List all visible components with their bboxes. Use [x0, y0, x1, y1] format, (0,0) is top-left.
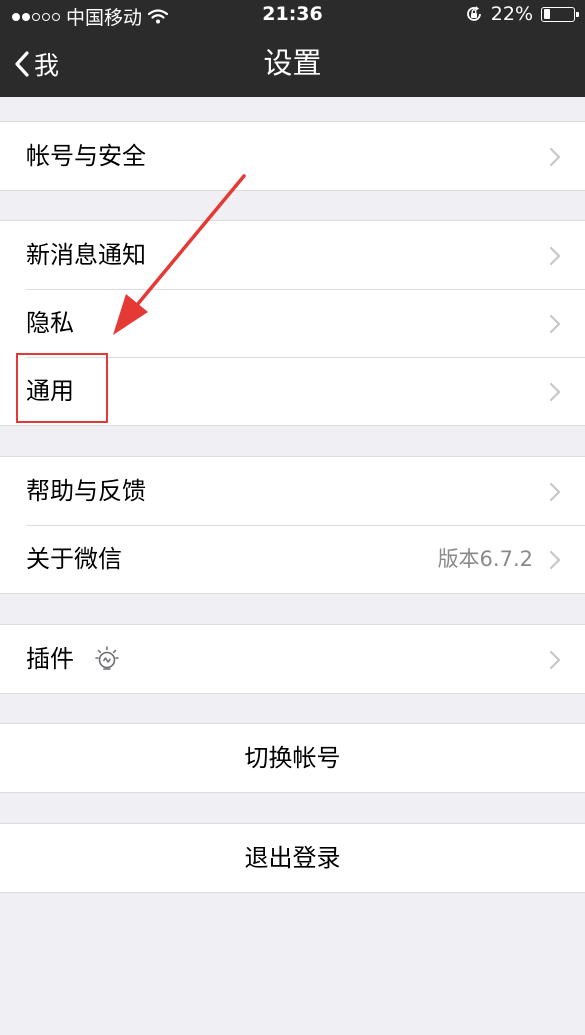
switch-account-label: 切换帐号 — [244, 744, 341, 772]
battery-percent: 22% — [490, 3, 533, 25]
rotation-lock-icon — [466, 6, 481, 21]
list-item-label: 隐私 — [26, 309, 74, 337]
navigation-bar: 我 设置 — [0, 30, 585, 97]
chevron-right-icon — [549, 246, 561, 266]
status-right: 22% — [465, 3, 579, 25]
settings-group-help: 帮助与反馈 关于微信 版本6.7.2 — [0, 456, 585, 594]
signal-dot — [12, 12, 20, 21]
status-left: 中国移动 — [12, 3, 169, 30]
settings-group-plugins: 插件 — [0, 624, 585, 694]
logout-group: 退出登录 — [0, 823, 585, 893]
back-button[interactable]: 我 — [14, 30, 59, 97]
signal-strength-icon — [12, 12, 60, 21]
list-item-help-feedback[interactable]: 帮助与反馈 — [0, 457, 585, 525]
list-item-plugins[interactable]: 插件 — [0, 625, 585, 693]
switch-account-group: 切换帐号 — [0, 723, 585, 793]
signal-dot — [32, 12, 40, 21]
battery-fill — [543, 9, 550, 19]
list-item-notifications[interactable]: 新消息通知 — [0, 221, 585, 289]
logout-label: 退出登录 — [244, 844, 341, 872]
signal-dot — [52, 12, 60, 21]
chevron-right-icon — [549, 382, 561, 402]
list-item-account-security[interactable]: 帐号与安全 — [0, 122, 585, 190]
version-detail: 版本6.7.2 — [437, 547, 533, 571]
wifi-icon — [148, 9, 169, 24]
settings-group-account: 帐号与安全 — [0, 121, 585, 191]
list-item-label: 插件 — [26, 645, 74, 673]
chevron-left-icon — [15, 50, 29, 77]
chevron-right-icon — [549, 550, 561, 570]
logout-button[interactable]: 退出登录 — [0, 824, 585, 892]
page-title: 设置 — [263, 46, 322, 80]
list-item-label: 新消息通知 — [26, 241, 146, 269]
list-item-about[interactable]: 关于微信 版本6.7.2 — [0, 525, 585, 593]
list-item-label: 帮助与反馈 — [26, 477, 146, 505]
chevron-right-icon — [549, 482, 561, 502]
list-item-label: 帐号与安全 — [26, 142, 146, 170]
list-item-label: 通用 — [26, 377, 74, 405]
list-item-label: 关于微信 — [26, 545, 122, 573]
status-bar: 中国移动 21:36 22% — [0, 0, 585, 30]
battery-icon — [541, 6, 579, 22]
chevron-right-icon — [549, 314, 561, 334]
signal-dot — [22, 12, 30, 21]
back-label: 我 — [34, 50, 60, 80]
settings-group-main: 新消息通知 隐私 通用 — [0, 220, 585, 426]
list-item-privacy[interactable]: 隐私 — [0, 289, 585, 357]
signal-dot — [42, 12, 50, 21]
chevron-right-icon — [549, 147, 561, 167]
switch-account-button[interactable]: 切换帐号 — [0, 724, 585, 792]
chevron-right-icon — [549, 650, 561, 670]
lightbulb-icon — [95, 646, 119, 670]
list-item-general[interactable]: 通用 — [0, 357, 585, 425]
carrier-name: 中国移动 — [66, 7, 143, 29]
